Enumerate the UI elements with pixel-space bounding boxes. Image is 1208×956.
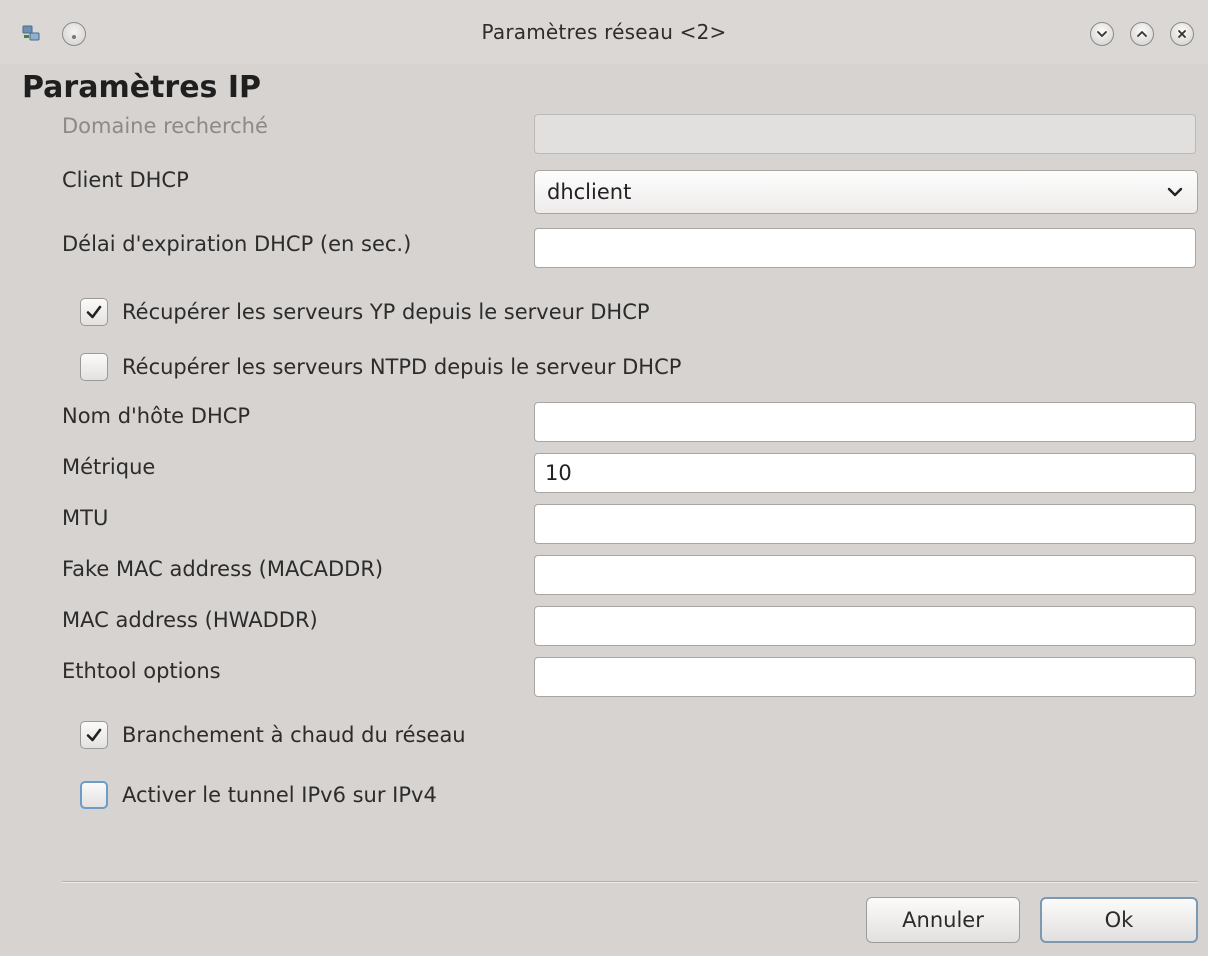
yp-servers-label: Récupérer les serveurs YP depuis le serv…	[122, 300, 650, 324]
fake-mac-label: Fake MAC address (MACADDR)	[62, 557, 384, 581]
hotplug-checkbox[interactable]	[80, 721, 108, 749]
ipv6-tunnel-option[interactable]: Activer le tunnel IPv6 sur IPv4	[80, 780, 437, 810]
dhcp-hostname-label: Nom d'hôte DHCP	[62, 404, 251, 428]
section-title: Paramètres IP	[22, 70, 262, 105]
ethtool-input[interactable]	[534, 657, 1196, 697]
mac-input[interactable]	[534, 606, 1196, 646]
ntpd-servers-label: Récupérer les serveurs NTPD depuis le se…	[122, 355, 682, 379]
checkmark-icon	[86, 305, 102, 319]
ethtool-label: Ethtool options	[62, 659, 221, 683]
ntpd-servers-option[interactable]: Récupérer les serveurs NTPD depuis le se…	[80, 352, 681, 382]
hotplug-option[interactable]: Branchement à chaud du réseau	[80, 720, 466, 750]
metric-input[interactable]: 10	[534, 453, 1196, 493]
dhcp-client-value: dhclient	[547, 180, 632, 204]
ipv6-tunnel-label: Activer le tunnel IPv6 sur IPv4	[122, 783, 437, 807]
close-icon[interactable]	[1170, 22, 1194, 46]
metric-label: Métrique	[62, 455, 156, 479]
ntpd-servers-checkbox[interactable]	[80, 353, 108, 381]
mac-label: MAC address (HWADDR)	[62, 608, 318, 632]
ipv6-tunnel-checkbox[interactable]	[80, 781, 108, 809]
yp-servers-checkbox[interactable]	[80, 298, 108, 326]
cancel-button[interactable]: Annuler	[866, 897, 1020, 943]
window-title: Paramètres réseau <2>	[481, 20, 727, 44]
dhcp-client-combo[interactable]: dhclient	[534, 170, 1198, 214]
search-domain-label: Domaine recherché	[62, 114, 268, 138]
search-domain-input	[534, 114, 1196, 154]
maximize-icon[interactable]	[1130, 22, 1154, 46]
chevron-down-icon	[1167, 187, 1183, 197]
title-bar: Paramètres réseau <2>	[0, 0, 1208, 64]
dhcp-client-label: Client DHCP	[62, 168, 189, 192]
fake-mac-input[interactable]	[534, 555, 1196, 595]
mtu-input[interactable]	[534, 504, 1196, 544]
hotplug-label: Branchement à chaud du réseau	[122, 723, 466, 747]
mtu-label: MTU	[62, 506, 109, 530]
minimize-icon[interactable]	[1090, 22, 1114, 46]
checkmark-icon	[86, 728, 102, 742]
dhcp-hostname-input[interactable]	[534, 402, 1196, 442]
dhcp-timeout-label: Délai d'expiration DHCP (en sec.)	[62, 232, 412, 256]
yp-servers-option[interactable]: Récupérer les serveurs YP depuis le serv…	[80, 297, 650, 327]
separator	[62, 881, 1198, 883]
dhcp-timeout-input[interactable]	[534, 228, 1196, 268]
ok-button[interactable]: Ok	[1040, 897, 1198, 943]
